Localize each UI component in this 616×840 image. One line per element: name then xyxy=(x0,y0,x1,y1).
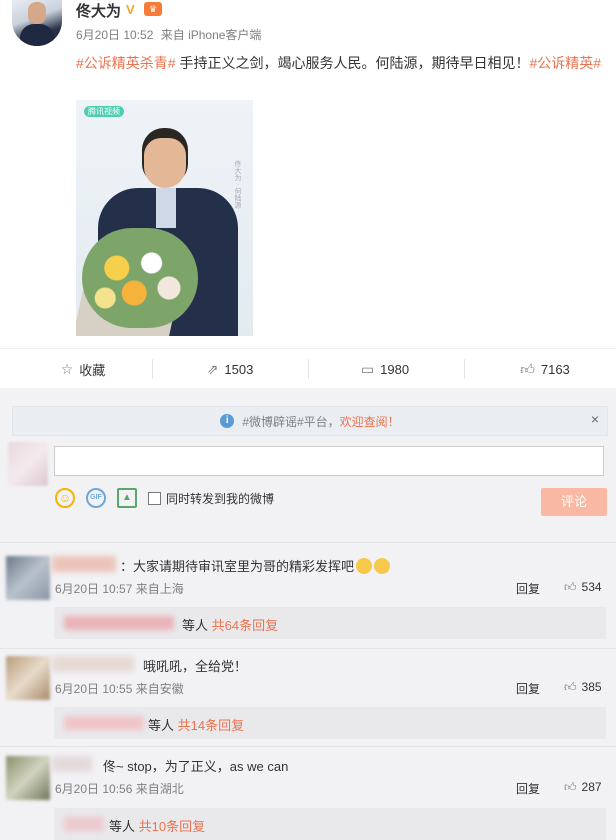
action-bar: ☆ 收藏 ⇗ 1503 ▭ 1980 👍︎ 7163 xyxy=(0,348,616,389)
reply-button[interactable]: 回复 xyxy=(516,780,540,797)
commenter-name[interactable] xyxy=(52,556,116,572)
reply-summary-text: 等人 xyxy=(148,718,175,733)
reply-summary[interactable]: 等人 共10条回复 xyxy=(54,808,606,840)
author-avatar[interactable] xyxy=(12,0,62,46)
thumb-up-icon: 👍︎ xyxy=(564,580,577,594)
close-icon[interactable]: × xyxy=(591,411,599,427)
post-text: #公诉精英杀青# 手持正义之剑，竭心服务人民。何陆源，期待早日相见！#公诉精英# xyxy=(76,50,606,76)
post-source: 来自 iPhone客户端 xyxy=(160,28,262,42)
post-meta: 6月20日 10:52 来自 iPhone客户端 xyxy=(76,26,261,43)
comment-text: ：大家请期待审讯室里为哥的精彩发挥吧 xyxy=(120,556,391,575)
emoji-icon xyxy=(356,558,373,574)
commenter-avatar[interactable] xyxy=(6,656,50,700)
comment-icon: ▭ xyxy=(360,360,375,377)
thumb-up-icon: 👍︎ xyxy=(564,780,577,794)
repost-checkbox[interactable] xyxy=(148,492,161,505)
reply-button[interactable]: 回复 xyxy=(516,580,540,597)
hashtag-link[interactable]: #公诉精英杀青# xyxy=(76,55,176,71)
comment-text: 哦吼吼，全给党！ xyxy=(143,659,248,674)
comment-time: 6月20日 10:57 来自上海 xyxy=(55,582,184,596)
comment-time: 6月20日 10:56 来自湖北 xyxy=(55,782,184,796)
commenter-avatar[interactable] xyxy=(6,556,50,600)
reply-count-link[interactable]: 共10条回复 xyxy=(139,819,205,834)
post-photo[interactable]: 腾讯视频 佟大为 · 何陆源 xyxy=(76,100,253,336)
gif-icon[interactable]: GIF xyxy=(86,488,106,508)
comment-like-button[interactable]: 👍︎ 287 xyxy=(564,780,602,795)
reply-button[interactable]: 回复 xyxy=(516,680,540,697)
comment-button[interactable]: ▭ 1980 xyxy=(310,349,460,389)
comment-like-button[interactable]: 👍︎ 534 xyxy=(564,580,602,595)
rumor-notice-bar: i #微博辟谣#平台， 欢迎查阅！ × xyxy=(12,406,608,436)
emoji-icon xyxy=(374,558,391,574)
reply-summary-text: 等人 xyxy=(182,618,209,633)
like-count: 7163 xyxy=(540,361,570,377)
reply-summary[interactable]: 等人 共14条回复 xyxy=(54,707,606,739)
commenter-name[interactable] xyxy=(52,756,92,772)
favorite-label: 收藏 xyxy=(79,362,106,378)
divider xyxy=(0,648,616,649)
notice-text: #微博辟谣#平台， xyxy=(242,414,340,429)
like-button[interactable]: 👍︎ 7163 xyxy=(475,349,615,389)
vip-badge-icon[interactable]: ♛ xyxy=(144,2,162,16)
comment-text: 佟~ stop，为了正义，as we can xyxy=(103,759,289,774)
commenter-avatar[interactable] xyxy=(6,756,50,800)
info-icon: i xyxy=(220,414,235,428)
submit-comment-button[interactable]: 评论 xyxy=(541,488,607,516)
repost-label: 同时转发到我的微博 xyxy=(166,492,275,506)
video-logo: 腾讯视频 xyxy=(84,106,124,117)
repost-icon: ⇗ xyxy=(206,360,219,377)
thumb-up-icon: 👍︎ xyxy=(564,680,577,694)
favorite-button[interactable]: ☆ 收藏 xyxy=(8,349,158,389)
post-body: 手持正义之剑，竭心服务人民。何陆源，期待早日相见！ xyxy=(175,55,530,71)
repost-count: 1503 xyxy=(224,361,254,377)
star-icon: ☆ xyxy=(60,360,74,377)
notice-link[interactable]: 欢迎查阅！ xyxy=(340,413,400,430)
comment-time: 6月20日 10:55 来自安徽 xyxy=(55,682,184,696)
divider xyxy=(0,746,616,747)
reply-summary[interactable]: 等人 共64条回复 xyxy=(54,607,606,639)
thumb-up-icon: 👍︎ xyxy=(520,360,535,377)
reply-count-link[interactable]: 共64条回复 xyxy=(212,618,278,633)
my-avatar xyxy=(8,442,48,486)
author-name[interactable]: 佟大为 xyxy=(76,0,121,21)
emoji-icon[interactable]: ☺ xyxy=(55,488,75,508)
verified-badge-icon[interactable]: V xyxy=(126,2,135,17)
comment-count: 1980 xyxy=(380,361,410,377)
photo-caption: 佟大为 · 何陆源 xyxy=(234,160,241,209)
comment-input[interactable] xyxy=(54,446,604,476)
divider xyxy=(0,542,616,543)
comment-like-button[interactable]: 👍︎ 385 xyxy=(564,680,602,695)
post-date[interactable]: 6月20日 10:52 xyxy=(76,28,153,42)
hashtag-link[interactable]: #公诉精英# xyxy=(529,55,601,71)
repost-button[interactable]: ⇗ 1503 xyxy=(155,349,305,389)
reply-count-link[interactable]: 共14条回复 xyxy=(178,718,244,733)
image-icon[interactable]: ▲ xyxy=(117,488,137,508)
commenter-name[interactable] xyxy=(52,656,134,672)
reply-summary-text: 等人 xyxy=(109,819,136,834)
